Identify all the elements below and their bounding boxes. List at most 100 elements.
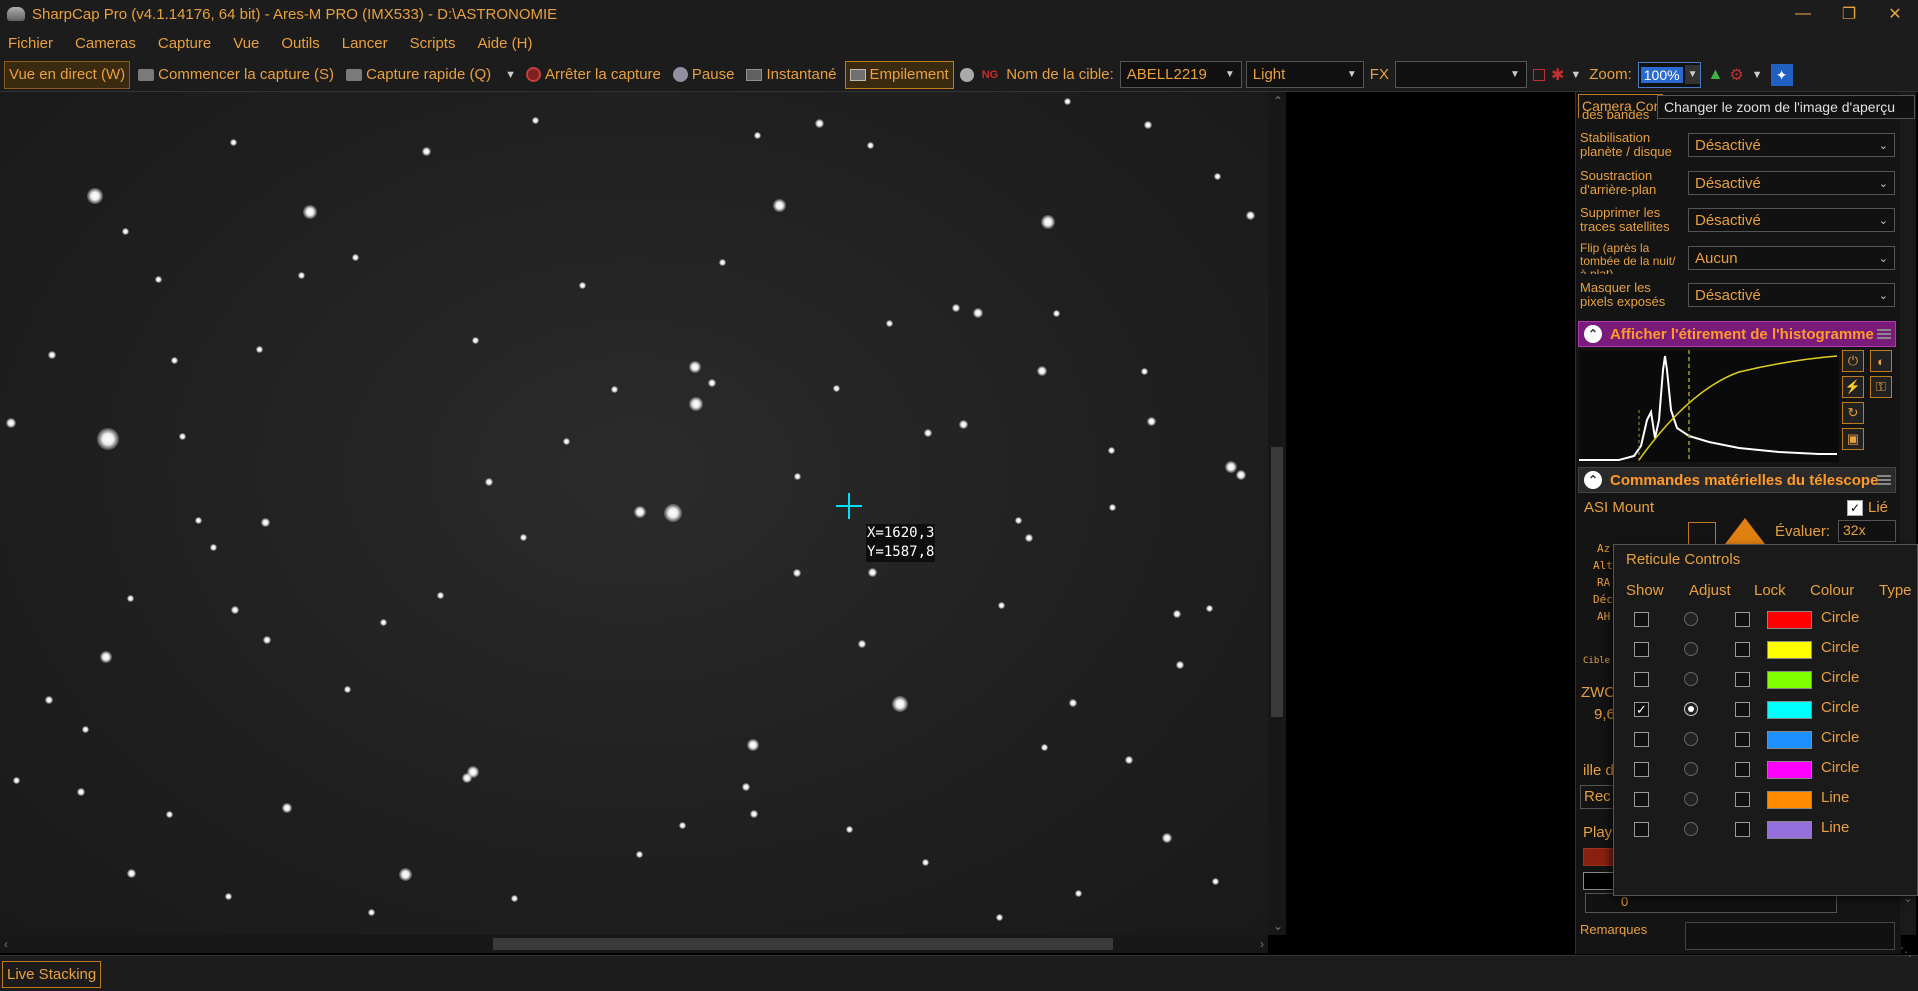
chevron-down-icon[interactable]: ▼ xyxy=(1570,69,1581,81)
flip-select[interactable]: Aucun ⌄ xyxy=(1688,246,1895,270)
lock-checkbox[interactable] xyxy=(1735,672,1750,687)
adjust-radio[interactable] xyxy=(1684,612,1698,626)
adjust-radio[interactable] xyxy=(1684,732,1698,746)
background-subtraction-select[interactable]: Désactivé ⌄ xyxy=(1688,171,1895,195)
menu-scripts[interactable]: Scripts xyxy=(410,35,456,52)
adjust-radio[interactable] xyxy=(1684,792,1698,806)
stabilisation-select[interactable]: Désactivé ⌄ xyxy=(1688,133,1895,157)
quick-capture-button[interactable]: Capture rapide (Q) xyxy=(342,61,495,89)
show-checkbox[interactable] xyxy=(1634,672,1649,687)
menu-capture[interactable]: Capture xyxy=(158,35,211,52)
colour-swatch[interactable] xyxy=(1767,761,1812,779)
scrollbar-thumb[interactable] xyxy=(493,938,1113,950)
adjust-radio[interactable] xyxy=(1684,762,1698,776)
adjust-radio[interactable] xyxy=(1684,642,1698,656)
scroll-right-icon[interactable]: › xyxy=(1260,937,1264,951)
lock-checkbox[interactable] xyxy=(1735,792,1750,807)
scroll-up-icon[interactable]: ⌃ xyxy=(1273,94,1283,108)
satellite-trails-select[interactable]: Désactivé ⌄ xyxy=(1688,208,1895,232)
reticule-icon[interactable]: ✱ xyxy=(1551,65,1564,85)
menu-vue[interactable]: Vue xyxy=(233,35,259,52)
frame-type-select[interactable]: Light ▼ xyxy=(1245,61,1364,88)
zoom-select[interactable]: 100% ▼ xyxy=(1637,61,1702,88)
restore-icon[interactable]: ❐ xyxy=(1826,0,1872,28)
target-name-select[interactable]: ABELL2219 ▼ xyxy=(1119,61,1242,88)
mask-pixels-select[interactable]: Désactivé ⌄ xyxy=(1688,283,1895,307)
telescope-section-header[interactable]: ⌃ Commandes matérielles du télescope xyxy=(1578,467,1896,493)
type-link[interactable]: Circle xyxy=(1821,729,1859,746)
type-link[interactable]: Circle xyxy=(1821,609,1859,626)
linked-checkbox[interactable]: ✓ Lié xyxy=(1847,499,1888,516)
lock-checkbox[interactable] xyxy=(1735,822,1750,837)
snapshot-button[interactable]: Instantané xyxy=(742,61,840,89)
stacking-button[interactable]: Empilement xyxy=(844,60,954,89)
stop-capture-button[interactable]: Arrêter la capture xyxy=(522,61,665,89)
type-link[interactable]: Circle xyxy=(1821,699,1859,716)
play-input[interactable]: 0 xyxy=(1585,893,1837,913)
chevron-down-icon[interactable]: ▼ xyxy=(505,69,516,81)
adjust-radio[interactable] xyxy=(1684,822,1698,836)
save-icon[interactable]: ▣ xyxy=(1842,428,1864,450)
lock-checkbox[interactable] xyxy=(1735,762,1750,777)
collapse-icon[interactable]: ⌃ xyxy=(1584,471,1602,489)
pause-button[interactable]: Pause xyxy=(669,61,739,89)
contrast-icon[interactable]: ◐ xyxy=(1870,350,1892,372)
menu-fichier[interactable]: Fichier xyxy=(8,35,53,52)
show-checkbox[interactable] xyxy=(1634,612,1649,627)
menu-icon[interactable] xyxy=(1877,475,1891,485)
histogram-section-header[interactable]: ⌃ Afficher l'étirement de l'histogramme xyxy=(1578,321,1896,347)
colour-swatch[interactable] xyxy=(1767,791,1812,809)
lightning-icon[interactable]: ⚡ xyxy=(1842,376,1864,398)
show-checkbox[interactable] xyxy=(1634,792,1649,807)
resize-grip-icon[interactable]: ⋱ xyxy=(1900,945,1912,959)
selection-rect-icon[interactable] xyxy=(1532,68,1545,81)
evaluate-select[interactable]: 32x xyxy=(1838,520,1896,542)
pin-icon[interactable]: ✦ xyxy=(1770,63,1793,86)
show-checkbox[interactable] xyxy=(1634,732,1649,747)
colour-swatch[interactable] xyxy=(1767,671,1812,689)
type-link[interactable]: Circle xyxy=(1821,639,1859,656)
histogram-icon[interactable]: ▲ xyxy=(1707,66,1723,84)
chevron-down-icon[interactable]: ▼ xyxy=(1752,69,1763,81)
colour-swatch[interactable] xyxy=(1767,731,1812,749)
type-link[interactable]: Line xyxy=(1821,819,1849,836)
scrollbar-thumb[interactable] xyxy=(1271,447,1283,717)
lock-icon[interactable]: ⚿ xyxy=(1870,376,1892,398)
checkbox[interactable]: ✓ xyxy=(1847,499,1863,516)
start-capture-button[interactable]: Commencer la capture (S) xyxy=(134,61,338,89)
show-checkbox[interactable] xyxy=(1634,762,1649,777)
lock-checkbox[interactable] xyxy=(1735,732,1750,747)
menu-aide[interactable]: Aide (H) xyxy=(477,35,532,52)
lock-checkbox[interactable] xyxy=(1735,702,1750,717)
colour-swatch[interactable] xyxy=(1767,821,1812,839)
rec-button[interactable]: Rec xyxy=(1580,785,1616,809)
collapse-icon[interactable]: ⌃ xyxy=(1584,325,1602,343)
close-icon[interactable]: ✕ xyxy=(1872,0,1918,28)
menu-outils[interactable]: Outils xyxy=(281,35,319,52)
preview-image[interactable]: X=1620,3 Y=1587,8 xyxy=(0,92,1268,935)
type-link[interactable]: Circle xyxy=(1821,669,1859,686)
type-link[interactable]: Line xyxy=(1821,789,1849,806)
show-checkbox[interactable] xyxy=(1634,642,1649,657)
show-checkbox[interactable]: ✓ xyxy=(1634,702,1649,717)
gear-icon[interactable]: ⚙ xyxy=(1729,65,1743,85)
vertical-scrollbar[interactable]: ⌃ ⌄ xyxy=(1268,92,1286,935)
lock-checkbox[interactable] xyxy=(1735,612,1750,627)
horizontal-scrollbar[interactable]: ‹ › xyxy=(0,935,1268,953)
histogram-chart[interactable] xyxy=(1579,350,1839,462)
menu-icon[interactable] xyxy=(1877,329,1891,339)
remarks-input[interactable] xyxy=(1685,922,1895,950)
type-link[interactable]: Circle xyxy=(1821,759,1859,776)
scroll-left-icon[interactable]: ‹ xyxy=(4,937,8,951)
live-view-button[interactable]: Vue en direct (W) xyxy=(4,60,131,89)
live-stacking-button[interactable]: Live Stacking xyxy=(2,961,102,988)
fx-select[interactable]: ▼ xyxy=(1394,61,1527,88)
reset-icon[interactable]: ↻ xyxy=(1842,402,1864,424)
scroll-down-icon[interactable]: ⌄ xyxy=(1273,919,1283,933)
lock-checkbox[interactable] xyxy=(1735,642,1750,657)
adjust-radio[interactable] xyxy=(1684,702,1698,716)
show-checkbox[interactable] xyxy=(1634,822,1649,837)
colour-swatch[interactable] xyxy=(1767,611,1812,629)
colour-swatch[interactable] xyxy=(1767,701,1812,719)
adjust-radio[interactable] xyxy=(1684,672,1698,686)
